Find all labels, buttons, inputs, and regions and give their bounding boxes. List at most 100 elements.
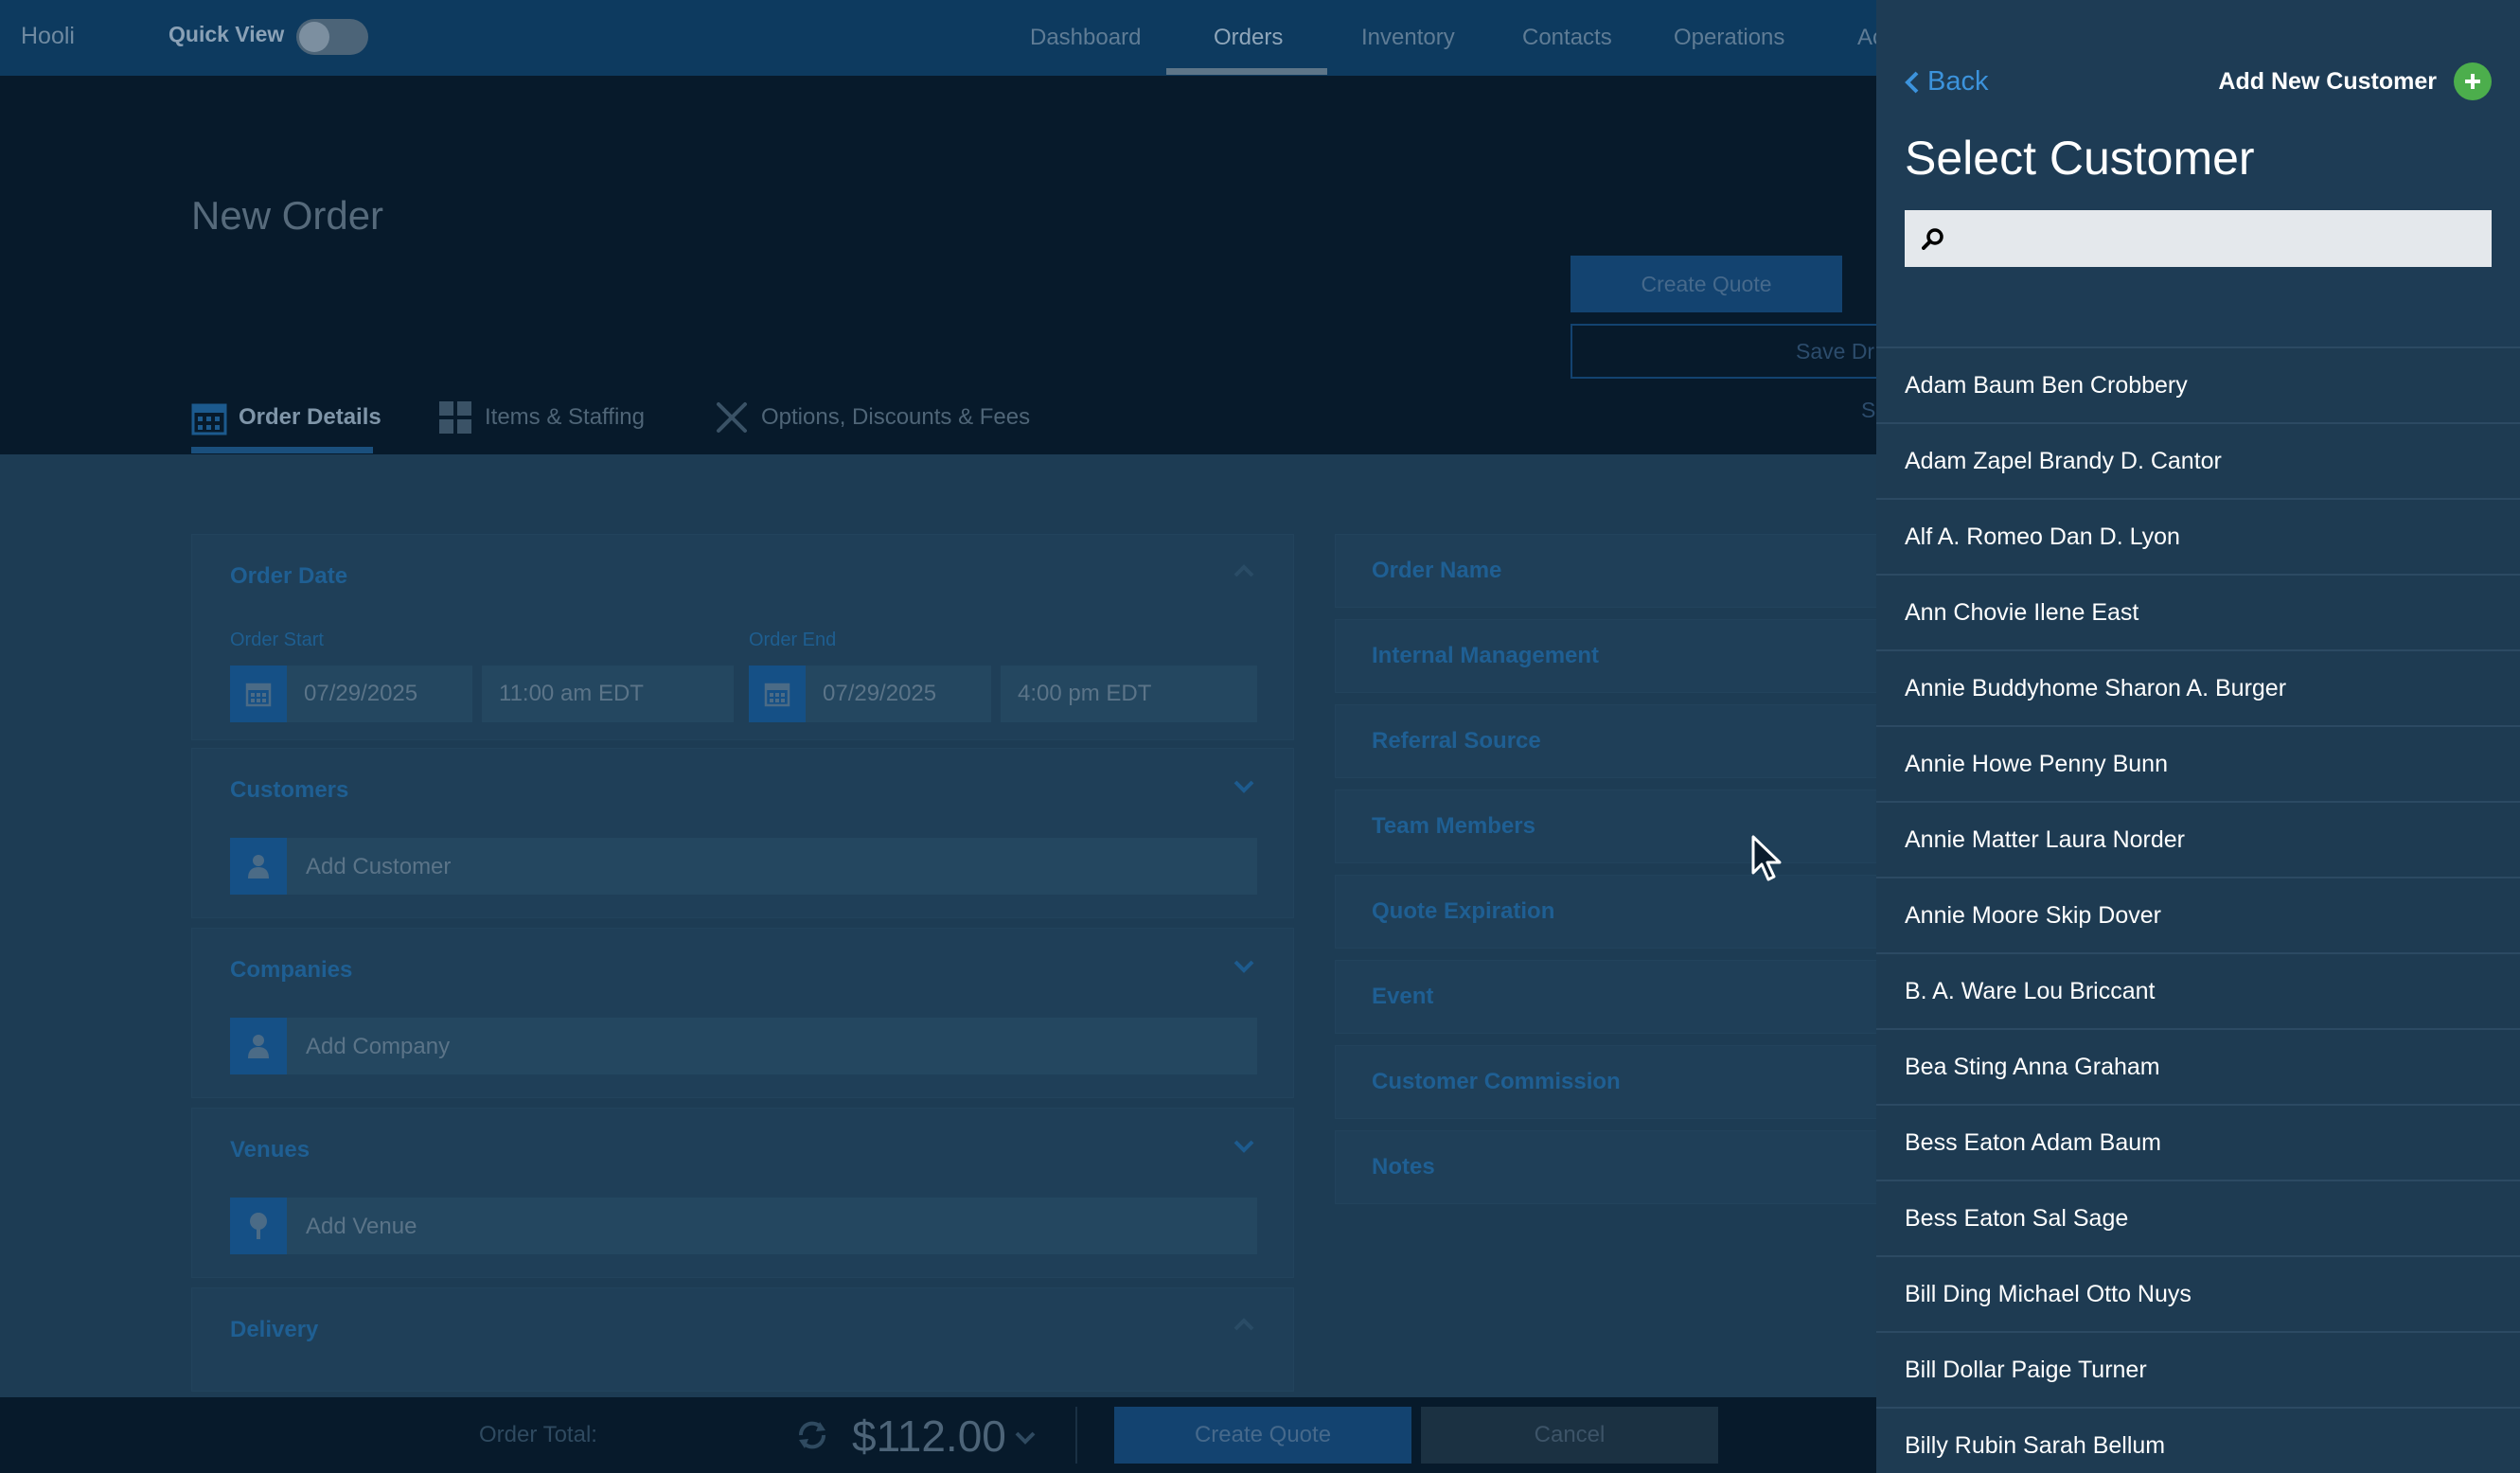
nav-orders[interactable]: Orders (1214, 25, 1283, 51)
create-quote-button-top[interactable]: Create Quote (1571, 256, 1842, 312)
customer-list-item[interactable]: Adam Baum Ben Crobbery (1876, 346, 2520, 422)
save-draft-button[interactable]: Save Dr (1571, 324, 1892, 379)
card-title: Order Name (1372, 558, 1502, 583)
card-title: Team Members (1372, 813, 1535, 839)
customer-list: Adam Baum Ben Crobbery Adam Zapel Brandy… (1876, 346, 2520, 1473)
card-title: Customer Commission (1372, 1069, 1621, 1094)
back-button[interactable]: Back (1905, 66, 1988, 98)
card-title: Quote Expiration (1372, 898, 1555, 924)
customer-list-item[interactable]: Bess Eaton Adam Baum (1876, 1104, 2520, 1180)
customer-list-item[interactable]: Bill Ding Michael Otto Nuys (1876, 1255, 2520, 1331)
event-card[interactable]: Event (1335, 960, 1884, 1034)
calendar-icon (191, 403, 227, 435)
nav-active-indicator (1166, 68, 1327, 75)
customer-commission-card[interactable]: Customer Commission (1335, 1045, 1884, 1119)
nav-dashboard[interactable]: Dashboard (1030, 25, 1141, 51)
tab-label: Order Details (239, 404, 382, 430)
order-start-label: Order Start (230, 630, 324, 650)
add-venue-row[interactable]: Add Venue (230, 1198, 1257, 1254)
customer-list-item[interactable]: Bea Sting Anna Graham (1876, 1028, 2520, 1104)
order-total-label: Order Total: (479, 1422, 597, 1447)
add-company-row[interactable]: Add Company (230, 1018, 1257, 1074)
tab-active-indicator (191, 447, 373, 453)
order-date-title: Order Date (230, 563, 348, 589)
tab-order-details[interactable]: Order Details (191, 394, 382, 441)
order-end-label: Order End (749, 630, 837, 650)
quick-view-label: Quick View (169, 22, 285, 46)
start-date-field[interactable]: 07/29/2025 (287, 666, 472, 722)
customer-list-item[interactable]: Bess Eaton Sal Sage (1876, 1180, 2520, 1255)
tab-label: Options, Discounts & Fees (761, 404, 1031, 430)
order-name-card[interactable]: Order Name (1335, 534, 1884, 608)
start-time-field[interactable]: 11:00 am EDT (482, 666, 734, 722)
tab-options-discounts-fees[interactable]: Options, Discounts & Fees (714, 394, 1030, 441)
page-title: New Order (191, 193, 384, 238)
chevron-down-icon[interactable] (1233, 775, 1255, 798)
customer-list-item[interactable]: Adam Zapel Brandy D. Cantor (1876, 422, 2520, 498)
refresh-icon[interactable] (793, 1416, 831, 1454)
card-title: Internal Management (1372, 643, 1600, 668)
delivery-card: Delivery (191, 1287, 1294, 1392)
chevron-left-icon (1905, 71, 1919, 93)
quote-expiration-card[interactable]: Quote Expiration (1335, 875, 1884, 949)
add-customer-label: Add Customer (306, 854, 452, 879)
internal-management-card[interactable]: Internal Management (1335, 619, 1884, 693)
chevron-down-icon[interactable] (1233, 955, 1255, 978)
back-label: Back (1927, 66, 1989, 97)
person-icon (230, 1018, 287, 1074)
start-date-picker-button[interactable] (230, 666, 287, 722)
venues-card: Venues Add Venue (191, 1108, 1294, 1278)
tab-label: Items & Staffing (485, 404, 645, 430)
create-quote-button[interactable]: Create Quote (1114, 1407, 1411, 1464)
panel-title: Select Customer (1905, 132, 2255, 185)
customer-list-item[interactable]: Annie Buddyhome Sharon A. Burger (1876, 649, 2520, 725)
brand-logo[interactable]: Hooli (21, 23, 75, 50)
end-date-field[interactable]: 07/29/2025 (806, 666, 991, 722)
customer-list-item[interactable]: Alf A. Romeo Dan D. Lyon (1876, 498, 2520, 574)
add-customer-row[interactable]: Add Customer (230, 838, 1257, 895)
delivery-title: Delivery (230, 1317, 319, 1342)
nav-inventory[interactable]: Inventory (1361, 25, 1455, 51)
add-new-customer-button[interactable]: Add New Customer (2218, 62, 2492, 100)
card-title: Event (1372, 984, 1434, 1009)
nav-operations[interactable]: Operations (1674, 25, 1784, 51)
chevron-down-icon[interactable] (1013, 1426, 1038, 1450)
notes-card[interactable]: Notes (1335, 1130, 1884, 1204)
referral-source-card[interactable]: Referral Source (1335, 704, 1884, 778)
chevron-up-icon[interactable] (1233, 1313, 1255, 1336)
quick-view-toggle[interactable] (296, 19, 368, 55)
customers-card: Customers Add Customer (191, 748, 1294, 918)
team-members-card[interactable]: Team Members (1335, 790, 1884, 863)
cancel-button[interactable]: Cancel (1421, 1407, 1718, 1464)
chevron-down-icon[interactable] (1233, 1135, 1255, 1158)
customer-list-item[interactable]: Ann Chovie Ilene East (1876, 574, 2520, 649)
order-footer-bar: Order Total: $112.00 Create Quote Cancel (0, 1397, 1876, 1473)
tab-overflow-text: S (1861, 398, 1876, 422)
grid-icon (439, 401, 471, 434)
person-icon (230, 838, 287, 895)
add-new-customer-label: Add New Customer (2218, 67, 2437, 95)
customers-title: Customers (230, 777, 349, 803)
end-time-field[interactable]: 4:00 pm EDT (1001, 666, 1257, 722)
mouse-cursor-icon (1751, 835, 1782, 881)
search-input[interactable] (1905, 210, 2492, 267)
companies-title: Companies (230, 957, 353, 983)
order-date-card: Order Date Order Start Order End 07/29/2… (191, 534, 1294, 740)
customer-list-item[interactable]: Bill Dollar Paige Turner (1876, 1331, 2520, 1407)
card-title: Notes (1372, 1154, 1435, 1180)
customer-list-item[interactable]: Annie Moore Skip Dover (1876, 877, 2520, 952)
customer-list-item[interactable]: B. A. Ware Lou Briccant (1876, 952, 2520, 1028)
select-customer-panel: Back Add New Customer Select Customer Ad… (1876, 0, 2520, 1473)
plus-icon (2454, 62, 2492, 100)
customer-list-item[interactable]: Annie Howe Penny Bunn (1876, 725, 2520, 801)
customer-list-item[interactable]: Billy Rubin Sarah Bellum (1876, 1407, 2520, 1473)
tools-icon (717, 402, 747, 433)
chevron-up-icon[interactable] (1233, 559, 1255, 582)
tab-items-staffing[interactable]: Items & Staffing (437, 394, 645, 441)
customer-list-item[interactable]: Annie Matter Laura Norder (1876, 801, 2520, 877)
search-icon (1922, 228, 1943, 250)
calendar-icon (764, 683, 790, 707)
venues-title: Venues (230, 1137, 311, 1162)
nav-contacts[interactable]: Contacts (1522, 25, 1612, 51)
end-date-picker-button[interactable] (749, 666, 806, 722)
